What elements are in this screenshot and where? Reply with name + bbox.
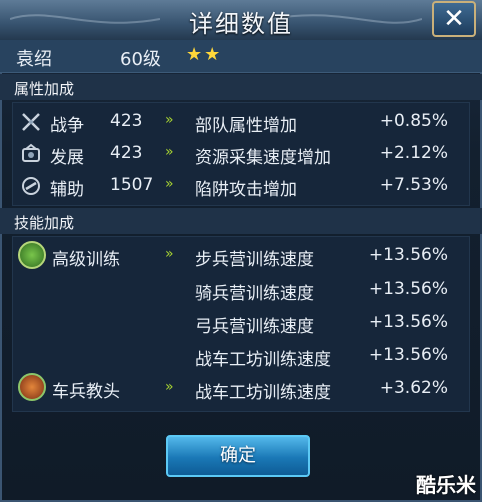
skill-percent: +13.56% <box>368 279 448 299</box>
attribute-value: 423 <box>110 143 143 163</box>
attribute-percent: +0.85% <box>379 111 448 131</box>
attribute-percent: +7.53% <box>379 175 448 195</box>
hero-info-bar: 袁绍 60级 ★★ <box>0 40 482 73</box>
skill-effect-row: » 战车工坊训练速度 +3.62% <box>0 375 482 405</box>
arrow-icon: » <box>165 246 173 262</box>
skill-percent: +3.62% <box>379 378 448 398</box>
attributes-section-title: 属性加成 <box>14 80 75 98</box>
skill-effect: 骑兵营训练速度 <box>195 284 314 304</box>
attribute-effect: 资源采集速度增加 <box>195 148 331 168</box>
attribute-row-development: 发展 423 » 资源采集速度增加 +2.12% <box>0 140 482 170</box>
arrow-icon: » <box>165 144 173 160</box>
close-button[interactable]: ✕ <box>432 1 476 37</box>
attribute-label: 辅助 <box>50 180 84 200</box>
attribute-effect: 部队属性增加 <box>195 116 297 136</box>
attribute-value: 423 <box>110 111 143 131</box>
arrow-icon: » <box>165 176 173 192</box>
title-bar: 详细数值 ✕ <box>0 0 482 41</box>
attribute-effect: 陷阱攻击增加 <box>195 180 297 200</box>
skill-percent: +13.56% <box>368 245 448 265</box>
arrow-icon: » <box>165 379 173 395</box>
attribute-percent: +2.12% <box>379 143 448 163</box>
skill-effect: 战车工坊训练速度 <box>195 383 331 403</box>
skill-percent: +13.56% <box>368 345 448 365</box>
attribute-row-war: 战争 423 » 部队属性增加 +0.85% <box>0 108 482 138</box>
skill-effect-row: » 步兵营训练速度 +13.56% <box>0 242 482 272</box>
attribute-label: 战争 <box>50 116 84 136</box>
attribute-label: 发展 <box>50 148 84 168</box>
hero-name: 袁绍 <box>16 49 52 70</box>
sword-icon <box>22 113 40 131</box>
skills-section-title: 技能加成 <box>14 214 75 232</box>
skill-effect: 弓兵营训练速度 <box>195 317 314 337</box>
arrow-icon: » <box>165 112 173 128</box>
hero-level: 60级 <box>120 49 161 70</box>
watermark: 酷乐米 <box>416 473 476 497</box>
hero-stars: ★★ <box>186 44 223 65</box>
development-icon <box>22 143 40 162</box>
skill-effect: 步兵营训练速度 <box>195 250 314 270</box>
close-icon: ✕ <box>443 4 465 34</box>
confirm-button[interactable]: 确定 <box>166 435 310 477</box>
window-title: 详细数值 <box>189 10 293 38</box>
skill-effect: 战车工坊训练速度 <box>195 350 331 370</box>
attribute-row-support: 辅助 1507 » 陷阱攻击增加 +7.53% <box>0 172 482 202</box>
attribute-value: 1507 <box>110 175 154 195</box>
skill-effect-row: 骑兵营训练速度 +13.56% <box>0 276 482 306</box>
skill-effect-row: 弓兵营训练速度 +13.56% <box>0 309 482 339</box>
support-icon <box>22 177 40 195</box>
skill-percent: +13.56% <box>368 312 448 332</box>
skill-effect-row: 战车工坊训练速度 +13.56% <box>0 342 482 372</box>
